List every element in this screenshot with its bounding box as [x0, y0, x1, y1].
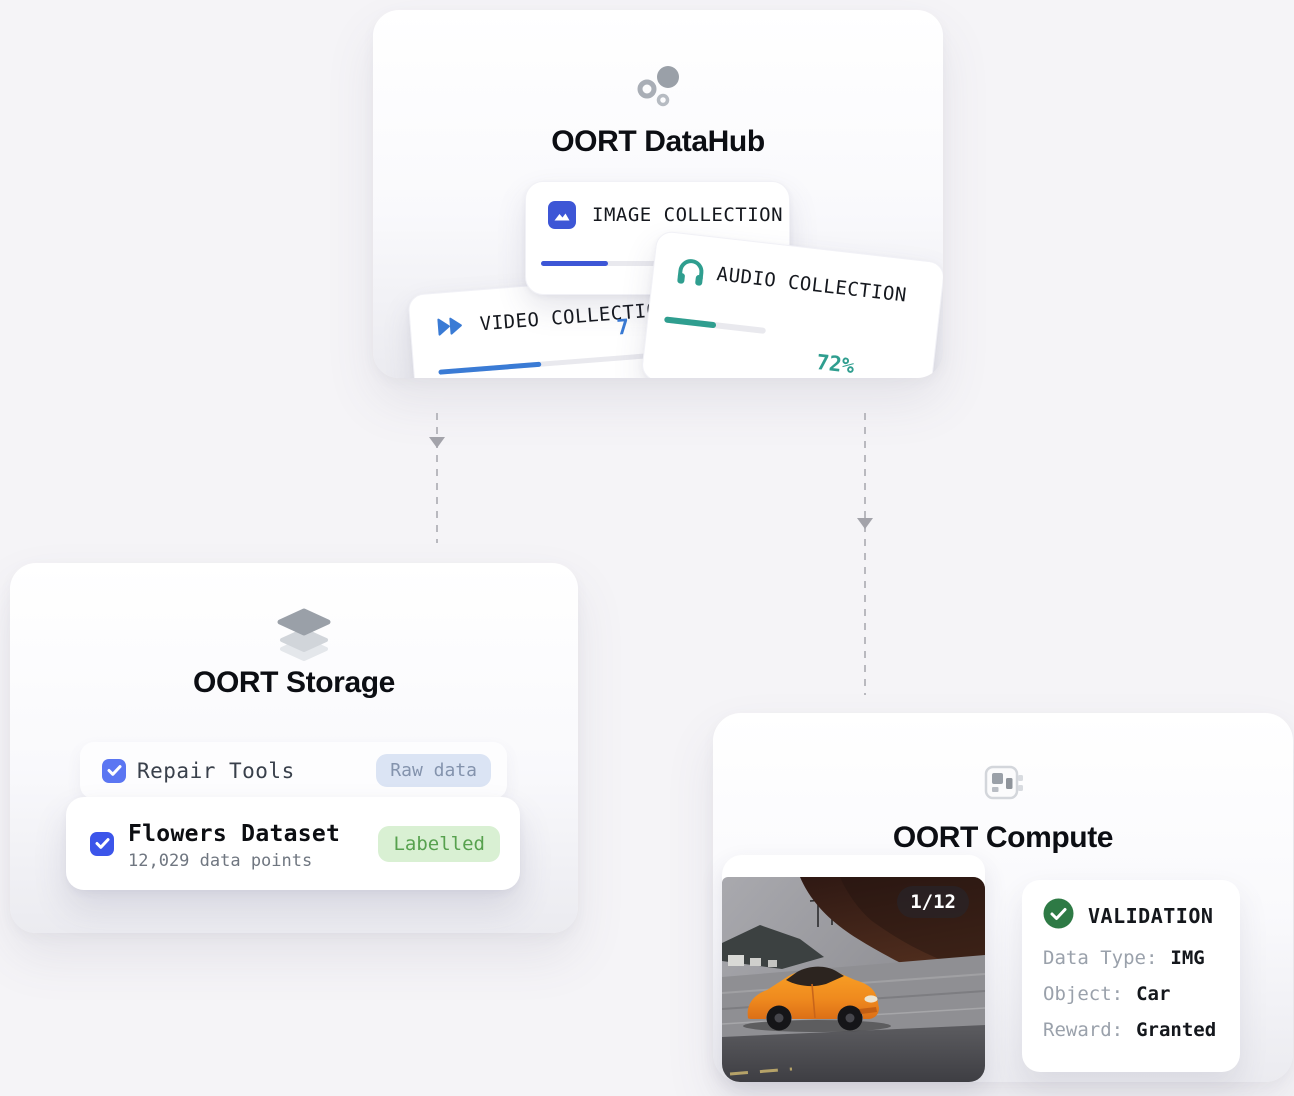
video-percent: 7 [615, 314, 631, 340]
audio-collection-label: AUDIO COLLECTION [715, 263, 908, 307]
arrow-down-icon [429, 437, 445, 448]
validation-label: Reward: [1043, 1019, 1124, 1041]
labelled-badge: Labelled [378, 825, 500, 862]
datahub-logo-icon [630, 62, 686, 115]
audio-percent: 72% [815, 350, 856, 378]
storage-card: OORT Storage Repair Tools Raw data Flowe… [10, 563, 578, 933]
headphones-icon [675, 256, 706, 287]
audio-progress-track [664, 316, 767, 334]
datahub-title: OORT DataHub [551, 125, 765, 158]
connector-datahub-to-storage [429, 413, 445, 543]
compute-title: OORT Compute [892, 821, 1114, 854]
chip-icon [979, 761, 1027, 810]
connector-datahub-to-compute [857, 413, 873, 695]
storage-title: OORT Storage [193, 666, 395, 699]
validation-value: IMG [1170, 947, 1205, 969]
sample-photo-frame: 1/12 [722, 855, 985, 1082]
dataset-datapoints: 12,029 data points [128, 850, 313, 871]
datahub-card: OORT DataHub VIDEO COLLECTION 7 IMAGE CO… [373, 10, 943, 378]
validation-panel: VALIDATION Data Type: IMG Object: Car Re… [1022, 880, 1240, 1072]
dataset-row-repair-tools[interactable]: Repair Tools Raw data [80, 742, 507, 799]
dataset-row-flowers[interactable]: Flowers Dataset 12,029 data points Label… [66, 797, 520, 890]
validation-row-reward: Reward: Granted [1043, 1019, 1222, 1041]
image-icon [548, 201, 576, 229]
checkbox-checked-icon[interactable] [90, 831, 114, 856]
validation-value: Car [1136, 983, 1171, 1005]
validation-label: Data Type: [1043, 947, 1158, 969]
compute-card: OORT Compute 1/12 VALIDATION Data Type: … [713, 713, 1293, 1082]
video-progress-track [438, 353, 649, 375]
dataset-label: Repair Tools [137, 758, 295, 783]
dataset-label: Flowers Dataset [128, 820, 341, 847]
validation-row-data-type: Data Type: IMG [1043, 947, 1222, 969]
validation-value: Granted [1136, 1019, 1217, 1041]
audio-collection-chip: AUDIO COLLECTION 72% [640, 230, 943, 378]
validation-title: VALIDATION [1088, 903, 1214, 928]
image-progress-fill [541, 261, 609, 266]
checkbox-checked-icon[interactable] [102, 758, 126, 783]
layers-icon [272, 605, 336, 668]
oort-ecosystem-diagram: OORT DataHub VIDEO COLLECTION 7 IMAGE CO… [0, 0, 1294, 1096]
raw-data-badge: Raw data [376, 754, 491, 787]
fast-forward-icon [435, 312, 465, 342]
video-collection-label: VIDEO COLLECTION [479, 298, 672, 336]
image-collection-label: IMAGE COLLECTION [592, 204, 784, 226]
photo-counter-badge: 1/12 [897, 886, 969, 918]
validation-row-object: Object: Car [1043, 983, 1222, 1005]
validation-label: Object: [1043, 983, 1124, 1005]
audio-progress-fill [664, 316, 717, 329]
arrow-down-icon [857, 518, 873, 529]
video-progress-fill [438, 361, 542, 375]
check-circle-icon [1043, 898, 1074, 933]
